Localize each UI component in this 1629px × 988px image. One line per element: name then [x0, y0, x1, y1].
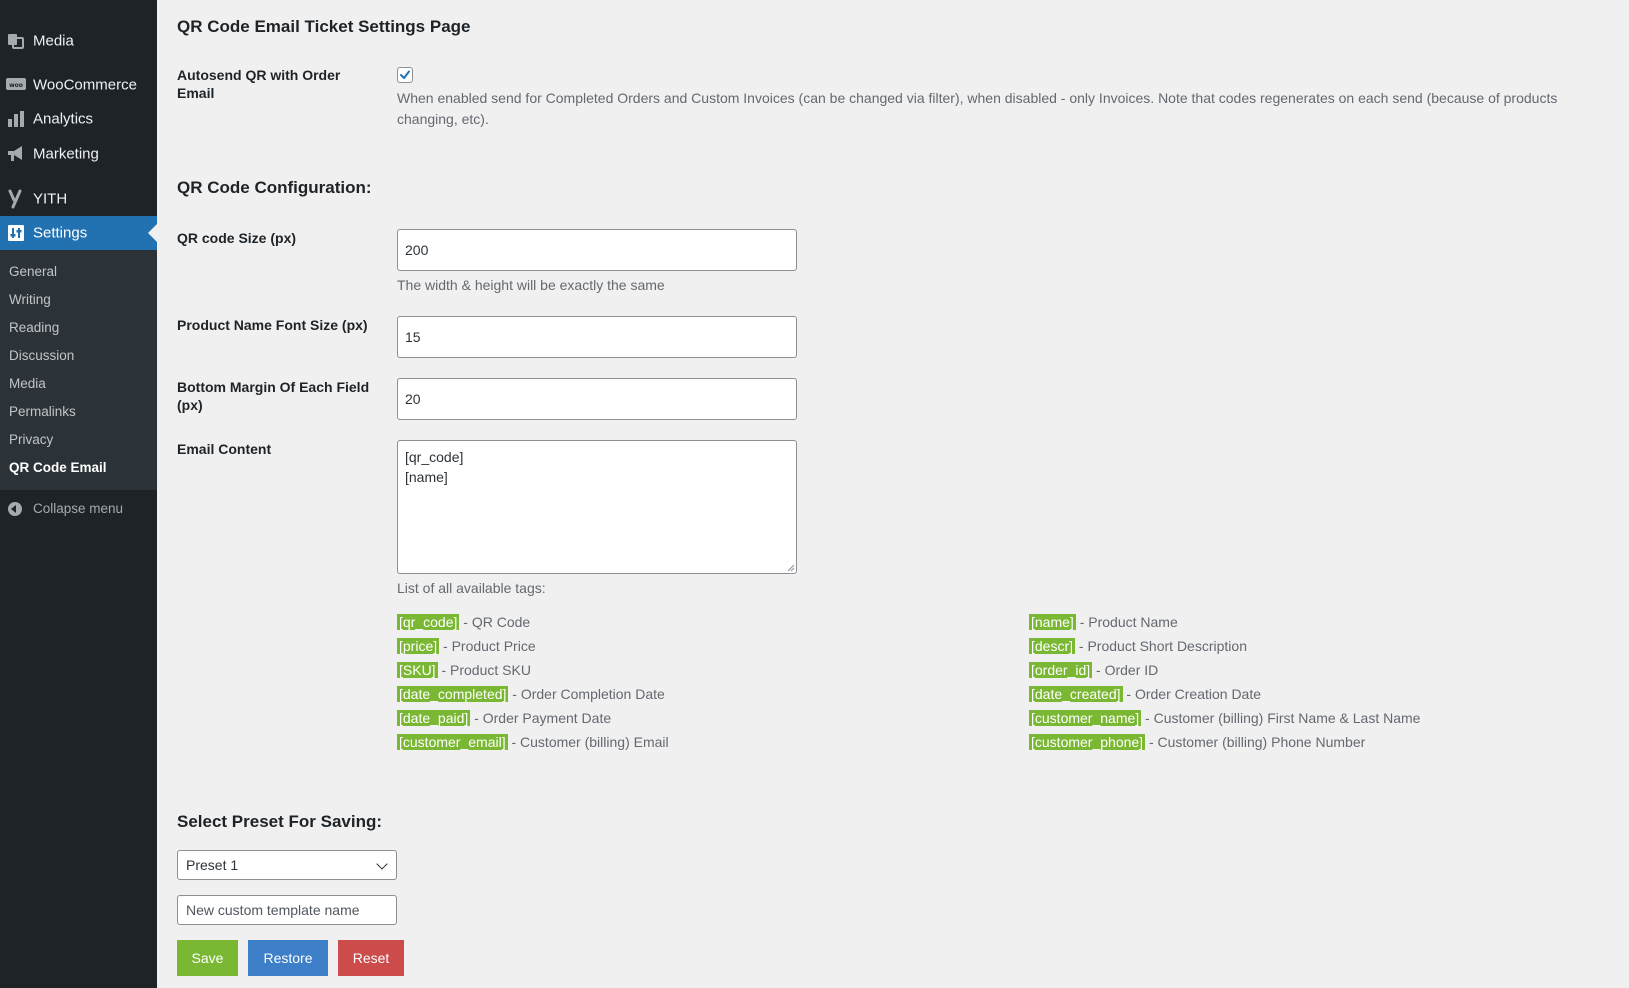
collapse-arrow-icon [8, 502, 22, 516]
preset-selected-value: Preset 1 [186, 857, 239, 873]
tag-item: [date_created] - Order Creation Date [1029, 685, 1261, 705]
tag-description: - Order Completion Date [508, 686, 665, 702]
tag-badge: [order_id] [1029, 662, 1093, 678]
bottom-margin-input[interactable] [397, 378, 797, 420]
preset-section-title: Select Preset For Saving: [177, 812, 383, 831]
tag-badge: [qr_code] [397, 614, 460, 630]
tag-description: - Product Short Description [1075, 638, 1247, 654]
submenu-item-qr-code-email[interactable]: QR Code Email [9, 460, 107, 475]
tag-item: [customer_name] - Customer (billing) Fir… [1029, 709, 1420, 729]
tag-description: - Customer (billing) Phone Number [1145, 734, 1366, 750]
tag-item: [qr_code] - QR Code [397, 613, 530, 633]
submenu-item-privacy[interactable]: Privacy [9, 432, 53, 447]
submenu-item-reading[interactable]: Reading [9, 320, 59, 335]
menu-item-analytics[interactable]: Analytics [0, 102, 157, 136]
tag-badge: [customer_phone] [1029, 734, 1146, 750]
resize-grip-icon[interactable] [787, 564, 795, 572]
tag-item: [order_id] - Order ID [1029, 661, 1158, 681]
collapse-menu-button[interactable]: Collapse menu [0, 496, 157, 522]
submenu-item-media[interactable]: Media [9, 376, 46, 391]
tag-badge: [date_paid] [397, 710, 471, 726]
page-title: QR Code Email Ticket Settings Page [177, 17, 471, 36]
tag-badge: [price] [397, 638, 440, 654]
analytics-icon [6, 109, 26, 129]
email-content-label: Email Content [177, 441, 272, 457]
settings-submenu: General Writing Reading Discussion Media… [0, 250, 157, 490]
tag-description: - Product Name [1075, 614, 1178, 630]
tag-badge: [date_created] [1029, 686, 1123, 702]
menu-item-marketing[interactable]: Marketing [0, 137, 157, 171]
yith-icon [6, 189, 26, 209]
tag-item: [date_completed] - Order Completion Date [397, 685, 665, 705]
autosend-checkbox[interactable] [397, 67, 413, 83]
tag-description: - Product Price [439, 638, 536, 654]
font-size-label: Product Name Font Size (px) [177, 317, 368, 333]
submenu-item-general[interactable]: General [9, 264, 57, 279]
menu-item-settings[interactable]: Settings [0, 216, 157, 250]
tag-description: - Customer (billing) Email [507, 734, 669, 750]
autosend-description: When enabled send for Completed Orders a… [397, 90, 1558, 127]
reset-button[interactable]: Reset [338, 940, 404, 976]
tag-description: - QR Code [459, 614, 531, 630]
checkmark-icon [400, 70, 410, 79]
font-size-input[interactable] [397, 316, 797, 358]
menu-item-woocommerce[interactable]: woo WooCommerce [0, 68, 157, 102]
settings-icon [6, 223, 26, 243]
tag-item: [customer_email] - Customer (billing) Em… [397, 733, 669, 753]
tag-badge: [descr] [1029, 638, 1076, 654]
tag-item: [date_paid] - Order Payment Date [397, 709, 611, 729]
tag-badge: [customer_name] [1029, 710, 1142, 726]
tag-item: [price] - Product Price [397, 637, 536, 657]
tag-description: - Customer (billing) First Name & Last N… [1141, 710, 1421, 726]
tag-description: - Order ID [1092, 662, 1159, 678]
tag-badge: [SKU] [397, 662, 438, 678]
bottom-margin-label: Bottom Margin Of Each Field (px) [177, 379, 370, 413]
menu-label: WooCommerce [33, 76, 137, 94]
menu-label: Settings [33, 224, 88, 242]
menu-label: Media [33, 32, 74, 50]
tags-intro: List of all available tags: [397, 580, 546, 596]
megaphone-icon [6, 144, 26, 164]
tag-item: [name] - Product Name [1029, 613, 1178, 633]
tag-item: [descr] - Product Short Description [1029, 637, 1247, 657]
config-section-title: QR Code Configuration: [177, 178, 372, 197]
tag-badge: [name] [1029, 614, 1076, 630]
svg-text:woo: woo [9, 82, 23, 89]
save-button[interactable]: Save [177, 940, 238, 976]
restore-button[interactable]: Restore [248, 940, 328, 976]
media-icon [6, 31, 26, 51]
menu-item-yith[interactable]: YITH [0, 182, 157, 216]
preset-select[interactable]: Preset 1 [177, 850, 397, 880]
qr-size-label: QR code Size (px) [177, 230, 297, 246]
tag-item: [customer_phone] - Customer (billing) Ph… [1029, 733, 1365, 753]
email-content-textarea[interactable]: [qr_code] [name] [397, 440, 797, 574]
submenu-item-discussion[interactable]: Discussion [9, 348, 74, 363]
menu-label: Analytics [33, 110, 94, 128]
tag-item: [SKU] - Product SKU [397, 661, 531, 681]
admin-sidebar: Media woo WooCommerce Analytics Marketin… [0, 0, 157, 988]
woocommerce-icon: woo [6, 75, 26, 95]
autosend-label: Autosend QR with Order Email [177, 67, 341, 101]
tag-badge: [date_completed] [397, 686, 509, 702]
submenu-item-writing[interactable]: Writing [9, 292, 51, 307]
collapse-menu-label: Collapse menu [33, 501, 124, 516]
tag-description: - Order Creation Date [1122, 686, 1262, 702]
tag-description: - Order Payment Date [470, 710, 612, 726]
menu-label: Marketing [33, 145, 99, 163]
menu-label: YITH [33, 190, 68, 208]
qr-size-input[interactable] [397, 229, 797, 271]
tag-description: - Product SKU [437, 662, 531, 678]
template-name-input[interactable] [177, 895, 397, 925]
qr-size-description: The width & height will be exactly the s… [397, 277, 665, 293]
chevron-down-icon [376, 858, 388, 870]
menu-item-media[interactable]: Media [0, 24, 157, 58]
tag-badge: [customer_email] [397, 734, 508, 750]
submenu-item-permalinks[interactable]: Permalinks [9, 404, 76, 419]
settings-main: QR Code Email Ticket Settings Page Autos… [157, 0, 1629, 988]
